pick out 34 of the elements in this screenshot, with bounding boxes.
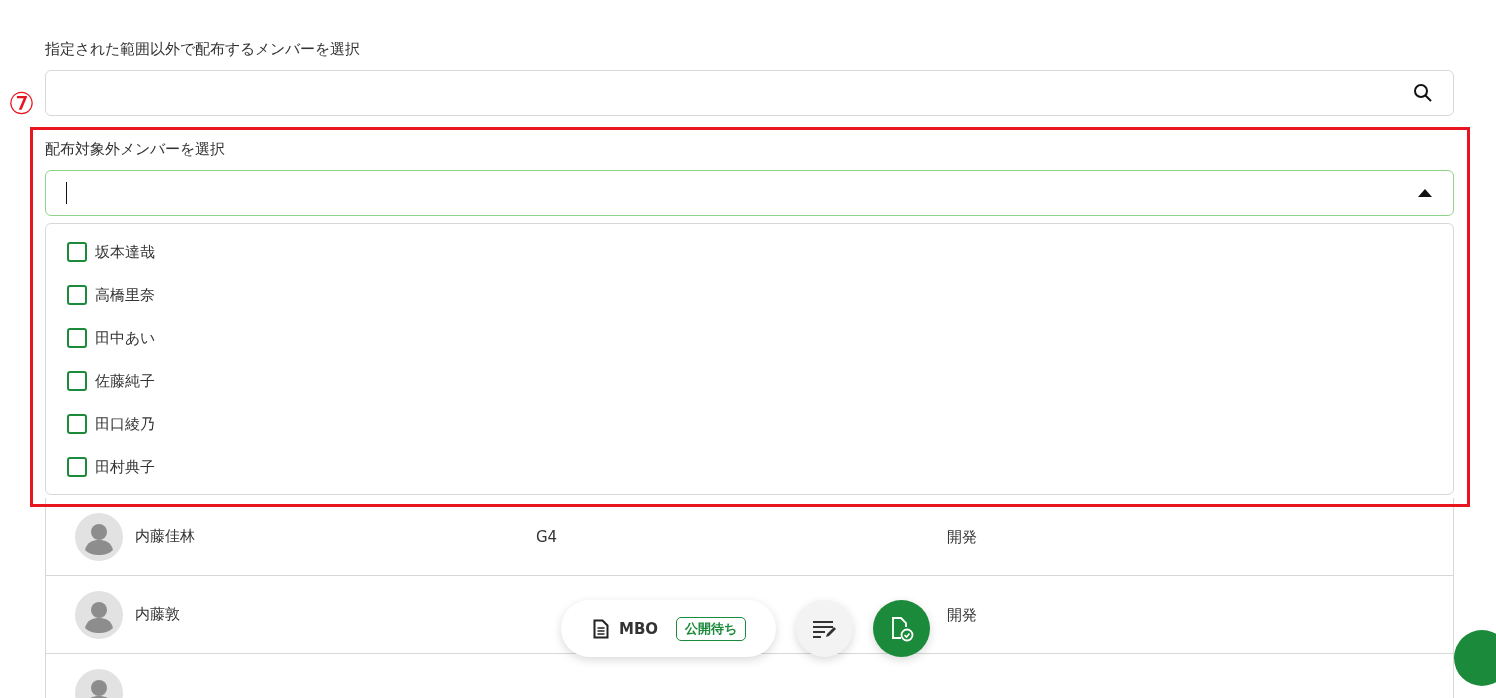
field-label: 配布対象外メンバーを選択 bbox=[45, 139, 226, 160]
member-name: 内藤敦 bbox=[135, 605, 180, 624]
option-label[interactable]: 佐藤純子 bbox=[95, 369, 155, 393]
field-label: 指定された範囲以外で配布するメンバーを選択 bbox=[45, 39, 361, 60]
document-title: MBO bbox=[619, 619, 659, 638]
checkbox[interactable] bbox=[67, 457, 87, 477]
checkbox[interactable] bbox=[67, 242, 87, 262]
chat-button[interactable] bbox=[1454, 630, 1496, 686]
search-icon bbox=[1413, 83, 1433, 103]
status-badge: 公開待ち bbox=[676, 616, 747, 641]
checkbox[interactable] bbox=[67, 414, 87, 434]
grade-cell: G4 bbox=[536, 528, 558, 546]
option-label[interactable]: 田村典子 bbox=[95, 455, 155, 479]
department-cell: 開発 bbox=[947, 527, 977, 546]
search-field[interactable] bbox=[45, 70, 1454, 116]
annotation-number: ⑦ bbox=[8, 88, 35, 120]
option-label[interactable]: 田口綾乃 bbox=[95, 412, 155, 436]
avatar-icon bbox=[75, 590, 123, 639]
member-name: 内藤佳林 bbox=[135, 527, 195, 546]
checkbox[interactable] bbox=[67, 285, 87, 305]
option-label[interactable]: 坂本達哉 bbox=[95, 240, 155, 264]
avatar-icon bbox=[75, 512, 123, 561]
lines-pencil-icon bbox=[811, 618, 838, 639]
document-pill[interactable]: MBO 公開待ち bbox=[561, 600, 777, 657]
approve-button[interactable] bbox=[873, 600, 931, 657]
document-icon bbox=[593, 618, 609, 639]
edit-button[interactable] bbox=[796, 600, 854, 657]
option-label[interactable]: 高橋里奈 bbox=[95, 283, 155, 307]
caret-up-icon bbox=[1417, 188, 1433, 198]
checkbox[interactable] bbox=[67, 371, 87, 391]
department-cell: 開発 bbox=[947, 605, 977, 624]
document-check-icon bbox=[889, 615, 914, 642]
checkbox[interactable] bbox=[67, 328, 87, 348]
option-label[interactable]: 田中あい bbox=[95, 326, 155, 350]
